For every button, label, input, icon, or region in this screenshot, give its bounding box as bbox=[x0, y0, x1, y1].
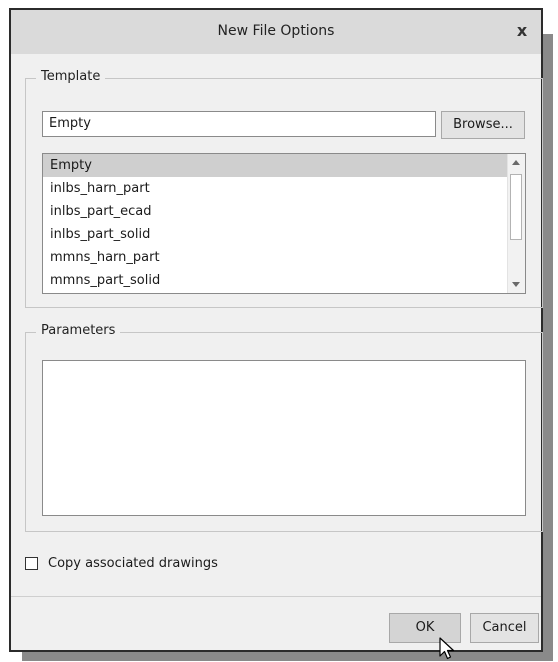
template-group: Template Empty Browse... Empty inlbs_harn… bbox=[25, 69, 543, 308]
template-list-item[interactable]: Empty bbox=[43, 154, 525, 177]
cancel-button[interactable]: Cancel bbox=[470, 613, 539, 643]
dialog-title: New File Options bbox=[217, 23, 335, 39]
footer-divider bbox=[11, 596, 541, 597]
browse-button[interactable]: Browse... bbox=[441, 111, 525, 139]
template-list-item[interactable]: mmns_part_solid bbox=[43, 269, 525, 292]
parameters-area[interactable] bbox=[42, 360, 526, 516]
template-list-item[interactable]: inlbs_part_ecad bbox=[43, 200, 525, 223]
parameters-legend: Parameters bbox=[36, 323, 121, 338]
template-input[interactable]: Empty bbox=[42, 111, 436, 137]
copy-drawings-checkbox[interactable] bbox=[25, 557, 38, 570]
template-list[interactable]: Empty inlbs_harn_part inlbs_part_ecad inlbs… bbox=[42, 153, 526, 294]
template-list-item[interactable]: inlbs_harn_part bbox=[43, 177, 525, 200]
chevron-down-icon[interactable] bbox=[508, 276, 524, 293]
new-file-options-dialog: New File Options x Template Empty Browse… bbox=[9, 8, 543, 652]
copy-drawings-label: Copy associated drawings bbox=[48, 556, 218, 571]
mouse-pointer-icon bbox=[439, 637, 455, 660]
chevron-up-icon[interactable] bbox=[508, 154, 524, 171]
close-icon[interactable]: x bbox=[511, 20, 533, 42]
title-bar[interactable]: New File Options x bbox=[11, 10, 541, 54]
template-legend: Template bbox=[36, 69, 106, 84]
scrollbar-thumb[interactable] bbox=[510, 174, 522, 240]
template-list-scrollbar[interactable] bbox=[507, 154, 525, 293]
template-list-item[interactable]: mmns_harn_part bbox=[43, 246, 525, 269]
template-list-item[interactable]: inlbs_part_solid bbox=[43, 223, 525, 246]
parameters-group: Parameters bbox=[25, 323, 543, 532]
